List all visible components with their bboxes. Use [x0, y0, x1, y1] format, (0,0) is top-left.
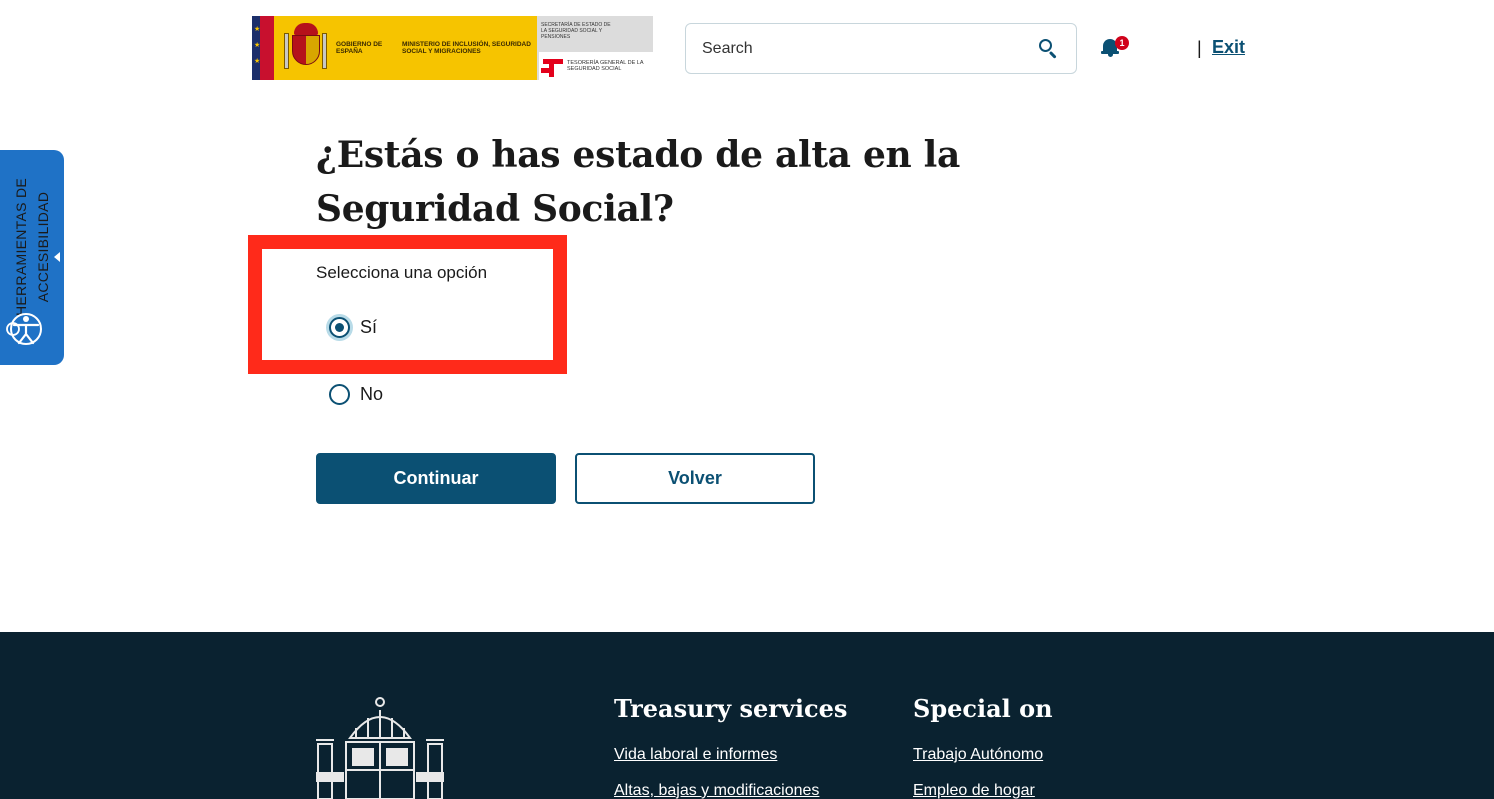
spain-coat-of-arms-icon [316, 697, 444, 799]
eu-flag-strip: ★ ★ ★ [252, 16, 274, 80]
highlight-box [248, 235, 567, 374]
radio-group-legend: Selecciona una opción [316, 263, 488, 282]
accessibility-icon [6, 313, 42, 345]
footer-link-trabajo-autonomo[interactable]: Trabajo Autónomo [913, 746, 1043, 764]
footer-link-altas-bajas[interactable]: Altas, bajas y modificaciones [614, 782, 819, 799]
expand-arrow-icon [54, 252, 60, 262]
radio-no[interactable] [329, 384, 350, 405]
secretaria-logo-panel: SECRETARÍA DE ESTADO DE LA SEGURIDAD SOC… [537, 16, 653, 80]
footer-link-empleo-hogar[interactable]: Empleo de hogar [913, 782, 1035, 799]
page-title: ¿Estás o has estado de alta en la Seguri… [316, 134, 961, 230]
coat-of-arms-icon [284, 23, 328, 73]
header-separator: | [1197, 38, 1202, 58]
tgss-logo-icon [541, 55, 563, 77]
ministry-logo-panel: GOBIERNO DE ESPAÑA MINISTERIO DE INCLUSI… [274, 16, 537, 80]
search-icon[interactable] [1038, 38, 1060, 60]
footer-treasury-title: Treasury services [614, 694, 848, 723]
footer-link-vida-laboral[interactable]: Vida laboral e informes [614, 746, 777, 764]
option-no[interactable]: No [329, 384, 383, 405]
secretaria-label: SECRETARÍA DE ESTADO DE LA SEGURIDAD SOC… [541, 22, 611, 40]
gobierno-label: GOBIERNO DE ESPAÑA [336, 40, 383, 56]
accessibility-tab-label: HERRAMIENTAS DE ACCESIBILIDAD [7, 155, 57, 316]
footer-special-title: Special on [913, 694, 1053, 723]
option-si-label: Sí [360, 317, 378, 337]
option-no-label: No [360, 384, 384, 404]
accessibility-label-line1: HERRAMIENTAS DE [13, 177, 29, 317]
option-si[interactable]: Sí [329, 317, 377, 338]
search-input[interactable] [702, 39, 1038, 58]
government-logo[interactable]: ★ ★ ★ GOBIERNO DE ESPAÑA MINISTERIO DE I… [252, 16, 653, 80]
exit-link[interactable]: Exit [1212, 37, 1245, 58]
tesoreria-label: TESORERÍA GENERAL DE LA SEGURIDAD SOCIAL [567, 59, 644, 73]
ministerio-label: MINISTERIO DE INCLUSIÓN, SEGURIDAD SOCIA… [402, 40, 531, 56]
accessibility-label-line2: ACCESIBILIDAD [35, 191, 51, 303]
continue-button[interactable]: Continuar [316, 453, 556, 504]
back-button[interactable]: Volver [575, 453, 815, 504]
radio-si[interactable] [329, 317, 350, 338]
search-bar [685, 23, 1077, 74]
notification-badge: 1 [1115, 36, 1129, 50]
